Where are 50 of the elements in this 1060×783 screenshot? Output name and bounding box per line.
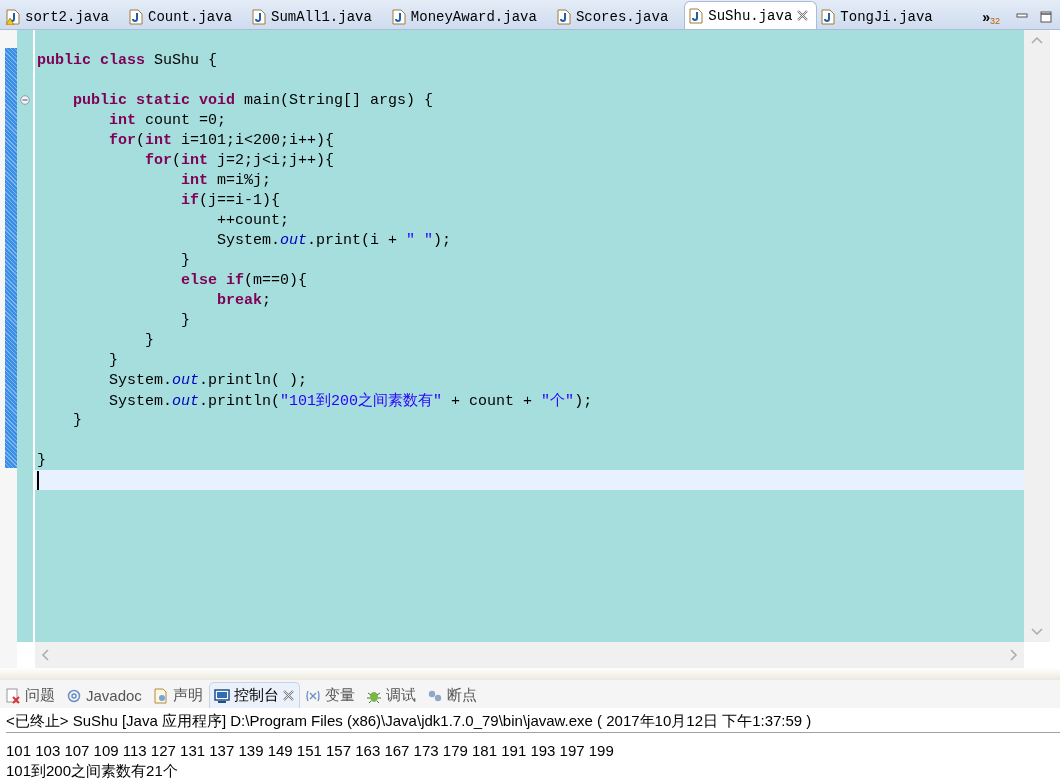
view-tab[interactable]: Javadoc [61, 682, 148, 708]
code-line: } [37, 451, 46, 469]
tab-label: TongJi.java [840, 8, 933, 25]
view-tab[interactable]: 断点 [421, 682, 483, 708]
code-line: if(j==i-1){ [180, 191, 281, 209]
console-header: <已终止> SuShu [Java 应用程序] D:\Program Files (x86)\Java\jdk1.7.0_79\bin\javaw.exe ( 2017年10月12日 下午1:37:59 ) [6, 712, 1060, 733]
editor-tab[interactable]: MoneyAward.java [387, 4, 551, 29]
code-line: public static void main(String[] args) { [72, 91, 434, 109]
editor-tab[interactable]: SumAll1.java [248, 4, 386, 29]
tab-label: 变量 [324, 686, 355, 705]
code-line: } [180, 311, 191, 329]
console-output-line: 101到200之间素数有21个 [6, 761, 179, 781]
code-line: else if(m==0){ [180, 271, 308, 289]
tab-label: MoneyAward.java [410, 8, 537, 25]
code-line: ++count; [216, 211, 290, 229]
view-tab[interactable]: 声明 [147, 682, 209, 708]
tab-label: 调试 [385, 686, 416, 705]
view-tab[interactable]: 变量 [299, 682, 361, 708]
code-line: break; [216, 291, 272, 309]
code-line: System.out.println("101到200之间素数有" + count + "个"); [108, 391, 593, 410]
code-line: } [180, 251, 191, 269]
tab-label: 声明 [172, 686, 203, 705]
code-line: } [72, 411, 82, 429]
editor-tab[interactable]: sort2.java [2, 4, 123, 29]
editor-tab[interactable]: Scores.java [552, 4, 683, 29]
tab-label: sort2.java [25, 8, 109, 25]
code-line: for(int j=2;j<i;j++){ [144, 151, 335, 169]
code-line: int count =0; [108, 111, 227, 129]
tab-label: Scores.java [575, 8, 669, 25]
editor-tab[interactable]: Count.java [125, 4, 247, 29]
editor-tab[interactable]: SuShu.java [684, 1, 818, 29]
tab-label: 问题 [25, 686, 55, 705]
view-tab[interactable]: 调试 [360, 682, 422, 708]
tab-label: 断点 [446, 686, 477, 705]
tab-label: SumAll1.java [271, 8, 372, 25]
code-line: } [144, 331, 155, 349]
tab-label: 控制台 [233, 686, 279, 705]
tab-label: Javadoc [86, 687, 142, 704]
code-line: System.out.print(i + " "); [216, 231, 452, 249]
code-line: int m=i%j; [180, 171, 272, 189]
view-tab[interactable]: 控制台 [208, 682, 300, 708]
code-line: for(int i=101;i<200;i++){ [108, 131, 335, 149]
code-line: System.out.println( ); [108, 371, 308, 389]
editor-tab[interactable]: TongJi.java [817, 4, 947, 29]
console-output-line: 101 103 107 109 113 127 131 137 139 149 151 157 163 167 173 179 181 191 193 197 199 [6, 741, 615, 761]
code-line: public class SuShu { [37, 51, 218, 69]
code-line: } [108, 351, 118, 369]
view-tab[interactable]: 问题 [0, 682, 61, 708]
tab-label: Count.java [148, 8, 233, 25]
tab-label: SuShu.java [708, 7, 793, 24]
